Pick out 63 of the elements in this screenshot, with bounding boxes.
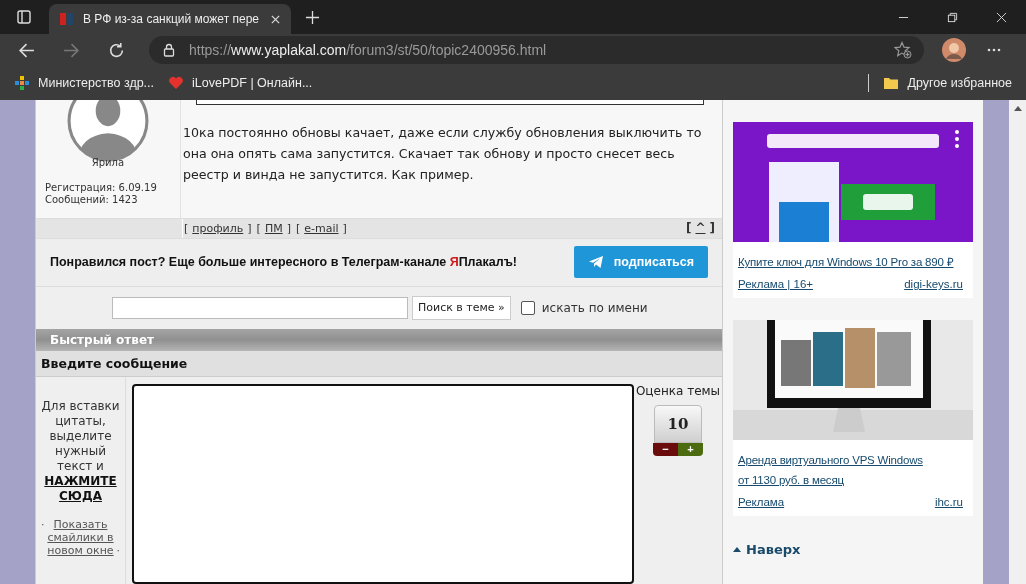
bracket: [ bbox=[295, 222, 301, 235]
scroll-up-icon[interactable] bbox=[1013, 106, 1022, 111]
tab-actions-icon[interactable] bbox=[16, 9, 32, 25]
bookmark-folder[interactable]: Другое избранное bbox=[883, 75, 1012, 91]
search-field[interactable] bbox=[112, 296, 408, 319]
folder-icon bbox=[883, 75, 900, 91]
back-to-top-link[interactable]: Наверх bbox=[733, 542, 801, 557]
rating-value: 10 bbox=[654, 405, 702, 443]
close-icon[interactable] bbox=[270, 13, 281, 25]
bracket: [ bbox=[184, 222, 189, 235]
ad-domain-link[interactable]: digi-keys.ru bbox=[904, 278, 963, 290]
new-tab-icon[interactable] bbox=[305, 9, 320, 25]
bullet: · bbox=[41, 518, 45, 531]
smileys-link[interactable]: Показать смайлики в новом окне bbox=[45, 518, 116, 557]
paper-plane-icon bbox=[587, 254, 604, 271]
bracket: ] bbox=[286, 222, 291, 235]
telegram-promo-text: Понравился пост? Еще больше интересного в Телеграм-канале ЯПлакалъ! bbox=[50, 255, 517, 270]
checkbox[interactable] bbox=[520, 300, 535, 315]
address-bar[interactable]: https://www.yaplakal.com/forum3/st/50/topic2400956.html bbox=[149, 36, 924, 64]
quick-reply-header: Быстрый ответ bbox=[36, 328, 722, 352]
browser-tab[interactable]: В РФ из-за санкций может пере bbox=[49, 4, 291, 34]
url-text: https://www.yaplakal.com/forum3/st/50/topic2400956.html bbox=[189, 42, 547, 58]
author-name: Ярила bbox=[91, 157, 125, 168]
scrollbar[interactable] bbox=[1009, 100, 1026, 584]
section-subheader: Введите сообщение bbox=[36, 351, 722, 377]
heart-icon bbox=[168, 75, 185, 91]
grid-icon bbox=[14, 75, 30, 91]
checkbox-label: искать по имени bbox=[541, 300, 648, 315]
post-link[interactable]: e-mail bbox=[304, 222, 339, 235]
restore-icon[interactable] bbox=[947, 11, 958, 23]
ad-title-link[interactable]: Купите ключ для Windows 10 Pro за 890 ₽ bbox=[738, 252, 970, 272]
site-icon bbox=[59, 11, 75, 27]
bracket: [ bbox=[685, 221, 692, 236]
add-favorite-icon[interactable] bbox=[894, 41, 912, 59]
registration-date: Регистрация: 6.09.19 bbox=[45, 182, 157, 194]
back-icon[interactable] bbox=[18, 41, 35, 59]
search-button[interactable]: Поиск в теме » bbox=[412, 295, 511, 320]
bracket: ] bbox=[342, 222, 347, 235]
bookmark[interactable]: Министерство здр... bbox=[14, 75, 155, 91]
bracket: ] bbox=[709, 221, 715, 236]
post-text: 10ка постоянно обновы качает, даже если службу обновления выключить то она она опять сама запустится. Скачает так обнову и просто снесет весь реестр и винда не запустится. Как пример. bbox=[183, 124, 703, 184]
quote-link[interactable]: НАЖМИТЕ СЮДА bbox=[36, 474, 125, 504]
message-count: Сообщений: 1423 bbox=[45, 194, 138, 206]
rating-label: Оценка темы bbox=[635, 384, 721, 398]
tab-title: В РФ из-за санкций может пере bbox=[83, 12, 260, 26]
bookmark[interactable]: iLovePDF | Онлайн... bbox=[168, 75, 313, 91]
ad-domain-link[interactable]: ihc.ru bbox=[934, 496, 963, 508]
post-link[interactable]: ПМ bbox=[264, 222, 283, 235]
ad-label-link[interactable]: Реклама | 16+ bbox=[738, 278, 813, 290]
quote-hint-text: Для вставки цитаты, выделите нужный текст и bbox=[40, 399, 121, 474]
bracket: [ bbox=[256, 222, 261, 235]
bullet: · bbox=[116, 544, 120, 557]
forward-icon[interactable] bbox=[63, 41, 80, 59]
scroll-top-link[interactable]: ^ bbox=[695, 221, 706, 236]
up-triangle-icon bbox=[733, 547, 741, 552]
message-textarea[interactable] bbox=[132, 384, 634, 584]
ad-label-link[interactable]: Реклама bbox=[738, 496, 785, 508]
lock-icon bbox=[163, 43, 175, 57]
post-link[interactable]: профиль bbox=[192, 222, 244, 235]
reload-icon[interactable] bbox=[108, 41, 125, 59]
bracket: ] bbox=[247, 222, 252, 235]
profile-avatar[interactable] bbox=[942, 38, 966, 62]
close-icon[interactable] bbox=[996, 11, 1007, 23]
